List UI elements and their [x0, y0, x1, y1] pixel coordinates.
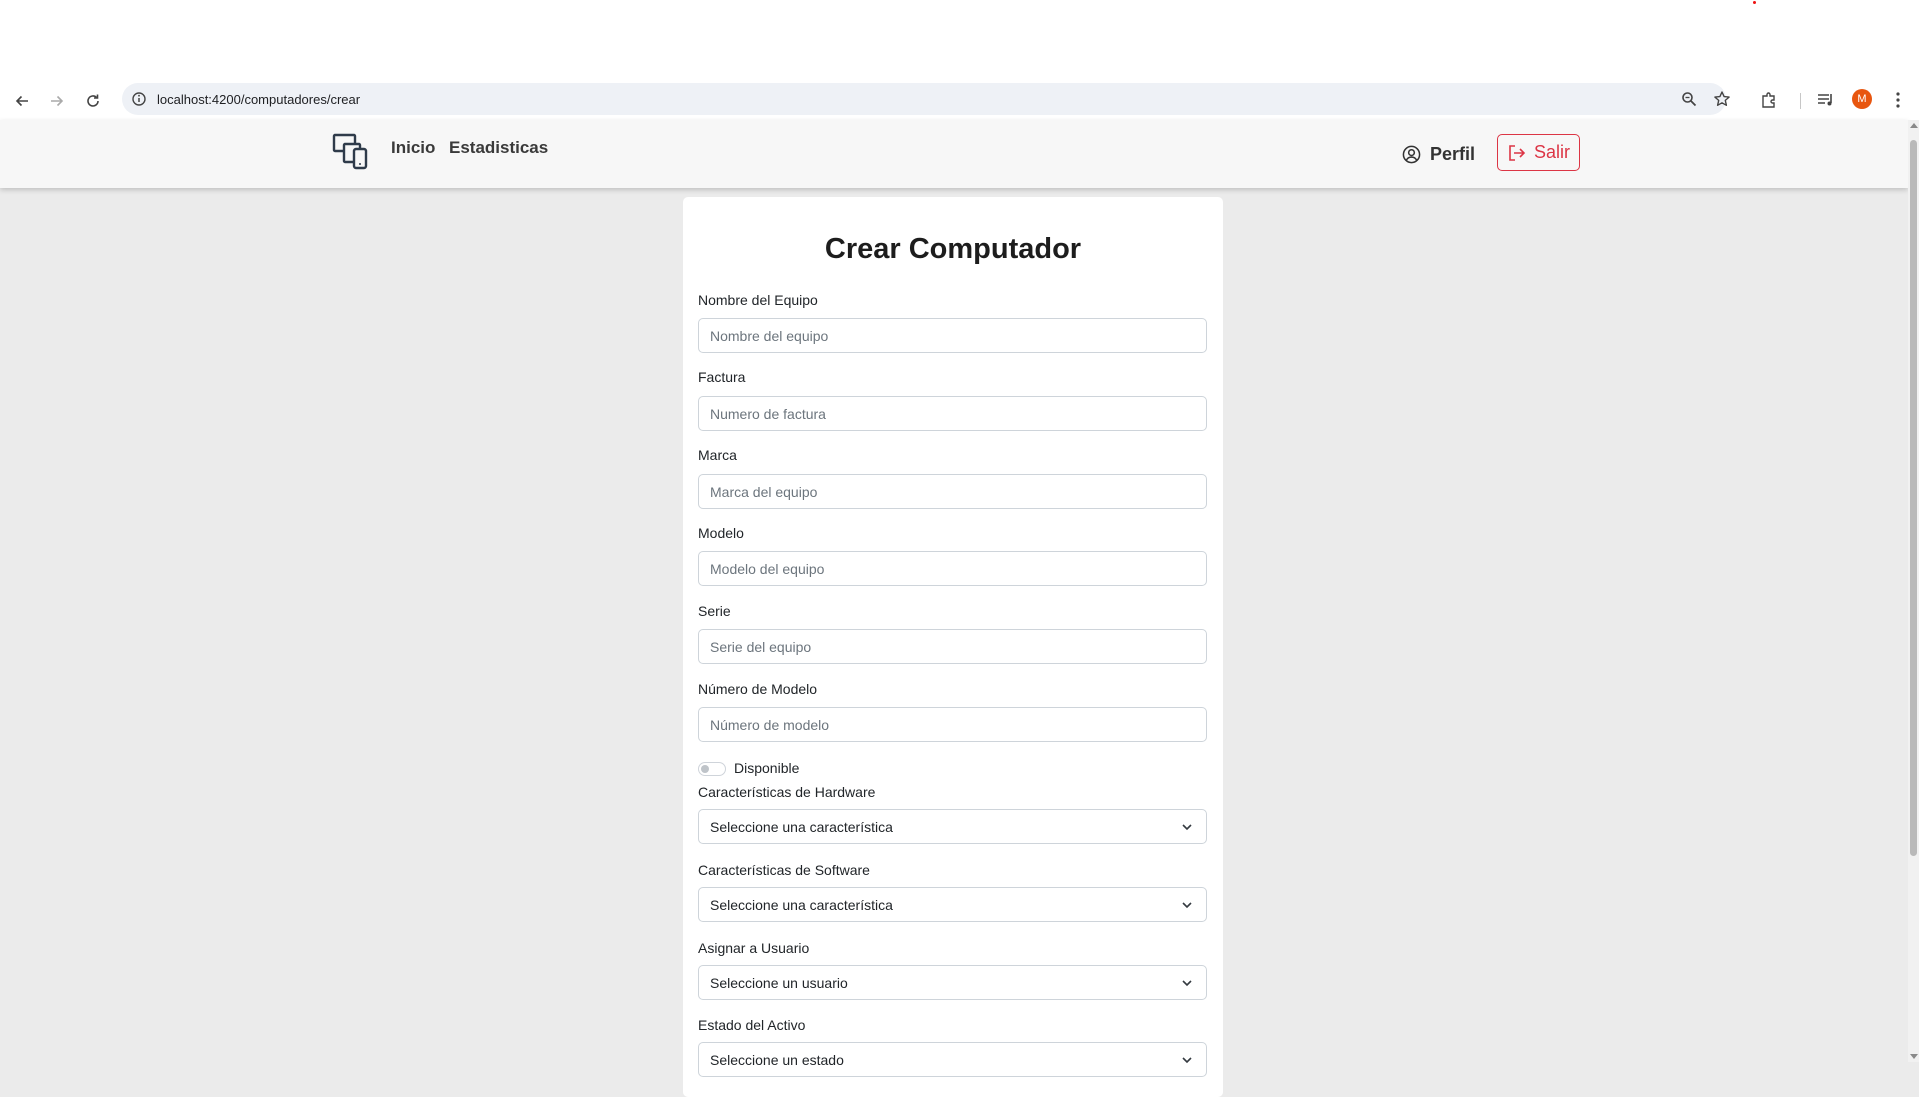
- hardware-selected: Seleccione una característica: [710, 818, 893, 835]
- toolbar-divider: [1800, 93, 1801, 109]
- marca-input[interactable]: [698, 474, 1207, 509]
- software-select[interactable]: Seleccione una característica: [698, 887, 1207, 922]
- nombre-label: Nombre del Equipo: [698, 292, 818, 308]
- user-circle-icon: [1402, 145, 1421, 164]
- bookmark-star-icon[interactable]: [1713, 90, 1731, 108]
- reload-icon[interactable]: [80, 88, 106, 114]
- hardware-select[interactable]: Seleccione una característica: [698, 809, 1207, 844]
- factura-input[interactable]: [698, 396, 1207, 431]
- back-icon[interactable]: [9, 88, 35, 114]
- modelo-input[interactable]: [698, 551, 1207, 586]
- software-selected: Seleccione una característica: [710, 896, 893, 913]
- zoom-icon[interactable]: [1680, 90, 1698, 108]
- factura-label: Factura: [698, 369, 746, 385]
- numero-modelo-input[interactable]: [698, 707, 1207, 742]
- serie-input[interactable]: [698, 629, 1207, 664]
- toggle-knob: [701, 765, 709, 773]
- disponible-toggle[interactable]: [698, 762, 726, 776]
- numero-modelo-label: Número de Modelo: [698, 681, 818, 697]
- perfil-label: Perfil: [1430, 144, 1476, 164]
- devices-logo-icon[interactable]: [332, 132, 370, 170]
- window-top-strip: [0, 0, 1919, 80]
- salir-label: Salir: [1533, 142, 1570, 162]
- forward-icon[interactable]: [44, 88, 70, 114]
- profile-avatar[interactable]: M: [1852, 89, 1872, 109]
- estado-label: Estado del Activo: [698, 1017, 806, 1033]
- salir-button[interactable]: Salir: [1497, 134, 1580, 171]
- usuario-select[interactable]: Seleccione un usuario: [698, 965, 1207, 1000]
- usuario-selected: Seleccione un usuario: [710, 974, 848, 991]
- hardware-label: Características de Hardware: [698, 784, 876, 800]
- site-info-icon[interactable]: [130, 90, 148, 108]
- media-control-icon[interactable]: [1816, 91, 1836, 109]
- scroll-down-arrow[interactable]: [1910, 1054, 1918, 1059]
- form-title: Crear Computador: [824, 233, 1082, 265]
- nombre-input[interactable]: [698, 318, 1207, 353]
- chevron-down-icon: [1182, 902, 1192, 909]
- url-text: localhost:4200/computadores/crear: [157, 92, 361, 107]
- nav-inicio-link[interactable]: Inicio: [391, 138, 435, 158]
- extensions-icon[interactable]: [1760, 91, 1778, 109]
- scrollbar-thumb[interactable]: [1910, 140, 1917, 856]
- marca-label: Marca: [698, 447, 737, 463]
- scroll-up-arrow[interactable]: [1910, 123, 1918, 128]
- modelo-label: Modelo: [698, 525, 744, 541]
- create-computer-form: Crear Computador Nombre del Equipo Factu…: [683, 197, 1223, 1097]
- estado-select[interactable]: Seleccione un estado: [698, 1042, 1207, 1077]
- chevron-down-icon: [1182, 824, 1192, 831]
- perfil-link[interactable]: Perfil: [1402, 144, 1475, 165]
- disponible-label: Disponible: [734, 760, 800, 776]
- chevron-down-icon: [1182, 980, 1192, 987]
- browser-menu-icon[interactable]: [1890, 91, 1906, 109]
- nav-estadisticas-link[interactable]: Estadisticas: [449, 138, 548, 158]
- page-scrollbar[interactable]: [1908, 120, 1919, 1062]
- serie-label: Serie: [698, 603, 731, 619]
- chevron-down-icon: [1182, 1057, 1192, 1064]
- app-navbar: Inicio Estadisticas Perfil Salir: [0, 120, 1908, 188]
- usuario-label: Asignar a Usuario: [698, 940, 810, 956]
- notification-dot: [1753, 1, 1756, 4]
- browser-toolbar: localhost:4200/computadores/crear M: [0, 80, 1919, 120]
- logout-icon: [1509, 144, 1526, 161]
- estado-selected: Seleccione un estado: [710, 1051, 844, 1068]
- address-bar[interactable]: localhost:4200/computadores/crear: [122, 83, 1730, 115]
- software-label: Características de Software: [698, 862, 870, 878]
